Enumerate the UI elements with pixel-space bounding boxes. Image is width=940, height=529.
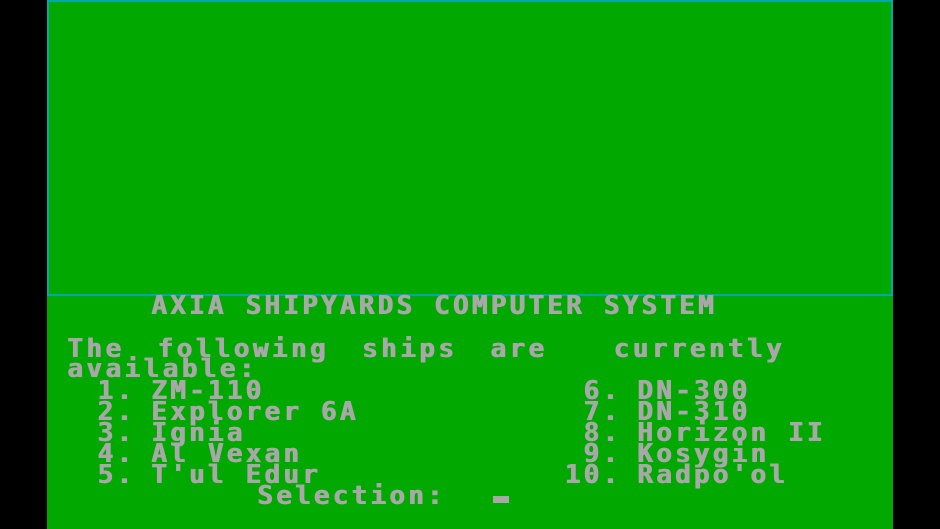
selection-prompt: Selection: [257, 481, 446, 511]
ship-option-number: 5. [97, 460, 135, 490]
text-input-cursor[interactable] [493, 496, 509, 503]
terminal-text-area: AXIA SHIPYARDS COMPUTER SYSTEM The follo… [47, 0, 893, 529]
game-screen: AXIA SHIPYARDS COMPUTER SYSTEM The follo… [47, 0, 893, 529]
ship-option-number: 10. [564, 460, 621, 490]
ship-option-10[interactable]: Radpo'ol [637, 462, 788, 488]
screen-title: AXIA SHIPYARDS COMPUTER SYSTEM [151, 291, 717, 321]
